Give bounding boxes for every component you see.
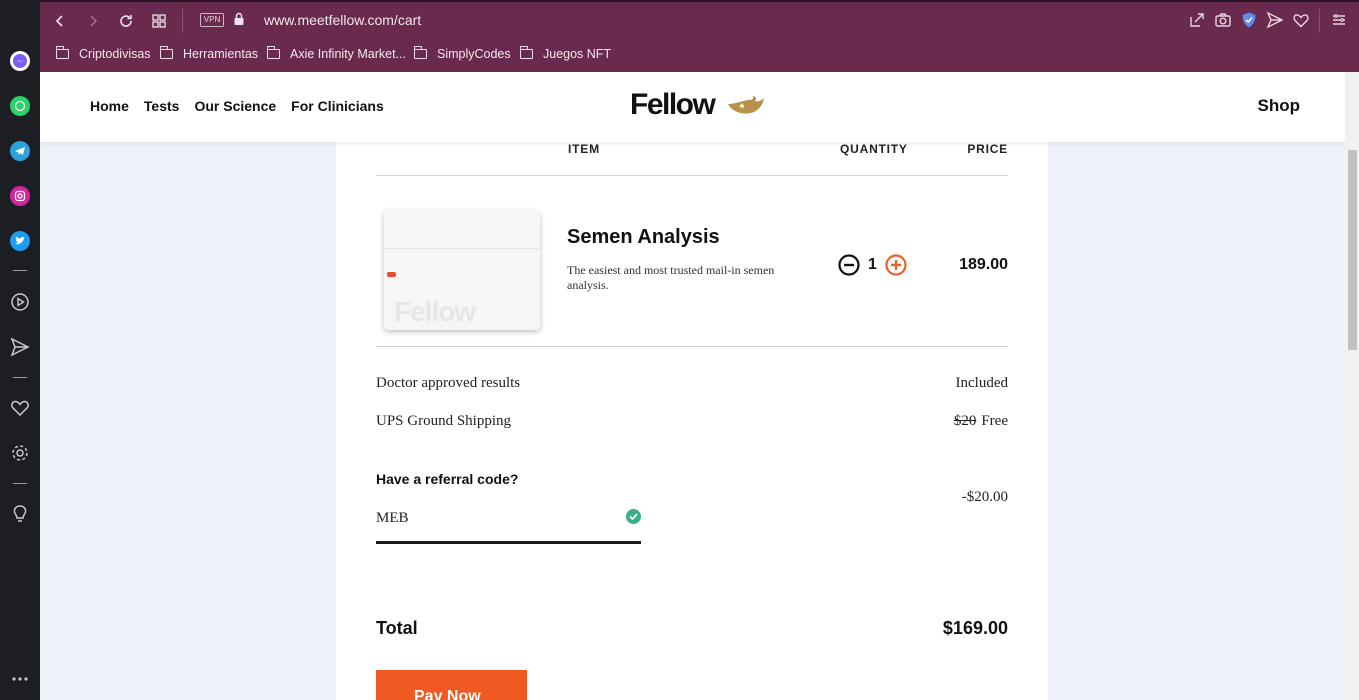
- telegram-icon[interactable]: [10, 141, 30, 161]
- player-icon[interactable]: [9, 291, 31, 313]
- package-tag: [387, 272, 396, 277]
- messenger-icon[interactable]: [10, 51, 30, 71]
- shipping-value: $20 Free: [954, 413, 1008, 430]
- referral-question: Have a referral code?: [376, 471, 519, 487]
- bookmark-folder[interactable]: SimplyCodes: [413, 46, 511, 62]
- heart-icon[interactable]: [9, 397, 31, 419]
- package-band: [384, 248, 540, 249]
- nav-our-science[interactable]: Our Science: [194, 98, 276, 114]
- bookmark-folder[interactable]: Criptodivisas: [55, 46, 151, 62]
- line-item-label: UPS Ground Shipping: [376, 413, 512, 429]
- logo-wordmark: Fellow: [630, 88, 716, 121]
- grid-icon: [152, 14, 166, 28]
- product-price: 189.00: [959, 256, 1008, 273]
- heart-icon[interactable]: [1292, 11, 1310, 29]
- folder-icon: [266, 46, 280, 59]
- referral-code-value: MEB: [376, 510, 409, 526]
- bookmark-label: Herramientas: [183, 47, 259, 61]
- package-watermark: Fellow: [394, 296, 476, 327]
- instagram-icon[interactable]: [10, 186, 30, 206]
- bookmark-label: SimplyCodes: [437, 47, 511, 61]
- whatsapp-icon[interactable]: [10, 96, 30, 116]
- nav-home[interactable]: Home: [90, 98, 129, 114]
- main-nav: Home Tests Our Science For Clinicians: [90, 98, 384, 114]
- referral-code-input[interactable]: MEB: [376, 500, 641, 544]
- decrease-quantity-icon[interactable]: [838, 254, 860, 276]
- total-value: $169.00: [942, 618, 1008, 638]
- lightbulb-icon[interactable]: [9, 503, 31, 525]
- toolbar-divider: [182, 9, 183, 33]
- bookmark-label: Juegos NFT: [543, 47, 612, 61]
- referral-discount: -$20.00: [961, 489, 1008, 505]
- column-header-quantity: QUANTITY: [840, 142, 908, 156]
- nav-for-clinicians[interactable]: For Clinicians: [291, 98, 384, 114]
- folder-icon: [159, 46, 173, 59]
- send-icon[interactable]: [9, 336, 31, 358]
- address-bar[interactable]: www.meetfellow.com/cart: [264, 12, 421, 28]
- shield-icon[interactable]: [1240, 11, 1258, 29]
- bookmark-label: Axie Infinity Market...: [290, 47, 407, 61]
- settings-gear-icon[interactable]: [9, 442, 31, 464]
- back-button[interactable]: [49, 10, 71, 32]
- sidebar-divider: [13, 270, 27, 271]
- line-item-value: Included: [955, 375, 1008, 391]
- more-dots-icon[interactable]: [9, 668, 31, 690]
- back-arrow-icon: [55, 15, 63, 27]
- product-image: Fellow: [384, 210, 540, 330]
- web-page: Home Tests Our Science For Clinicians Fe…: [40, 72, 1345, 700]
- folder-icon: [55, 46, 69, 59]
- window-top-edge: [40, 0, 1359, 2]
- quantity-value: 1: [868, 256, 877, 273]
- column-header-item: ITEM: [568, 142, 600, 156]
- sidebar-divider: [13, 377, 27, 378]
- pay-now-button[interactable]: Pay Now: [376, 670, 527, 700]
- toolbar-divider: [1319, 9, 1320, 33]
- fellow-logo[interactable]: Fellow: [630, 88, 764, 122]
- bookmark-folder[interactable]: Juegos NFT: [519, 46, 612, 62]
- product-description: The easiest and most trusted mail-in sem…: [567, 263, 775, 292]
- total-label: Total: [376, 618, 418, 638]
- whale-logo-icon: [728, 96, 764, 114]
- divider: [376, 346, 1008, 347]
- folder-icon: [519, 46, 533, 59]
- shipping-free-label: Free: [981, 413, 1008, 429]
- camera-icon[interactable]: [1214, 11, 1232, 29]
- easy-setup-menu-icon[interactable]: [1330, 11, 1348, 29]
- forward-button[interactable]: [82, 10, 104, 32]
- line-item-label: Doctor approved results: [376, 375, 521, 391]
- shop-link[interactable]: Shop: [1258, 96, 1301, 116]
- quantity-stepper: 1: [838, 254, 907, 276]
- bookmark-folder[interactable]: Axie Infinity Market...: [266, 46, 407, 62]
- browser-toolbar: VPN www.meetfellow.com/cart Criptodivisa…: [40, 0, 1359, 72]
- folder-icon: [413, 46, 427, 59]
- forward-arrow-icon: [90, 15, 98, 27]
- bookmark-folder[interactable]: Herramientas: [159, 46, 259, 62]
- vpn-badge[interactable]: VPN: [200, 13, 224, 27]
- tabs-grid-button[interactable]: [148, 10, 170, 32]
- site-header: Home Tests Our Science For Clinicians Fe…: [40, 72, 1345, 142]
- product-name: Semen Analysis: [567, 226, 720, 248]
- bookmark-label: Criptodivisas: [79, 47, 151, 61]
- twitter-icon[interactable]: [10, 231, 30, 251]
- scrollbar-thumb[interactable]: [1348, 150, 1357, 350]
- divider: [376, 175, 1008, 176]
- sidebar-divider: [13, 483, 27, 484]
- increase-quantity-icon[interactable]: [885, 254, 907, 276]
- browser-sidebar: [0, 0, 40, 700]
- original-shipping-price: $20: [953, 413, 977, 429]
- column-header-price: PRICE: [967, 142, 1008, 156]
- check-icon: [626, 509, 641, 524]
- page-scrollbar[interactable]: [1345, 72, 1359, 700]
- send-icon[interactable]: [1266, 11, 1284, 29]
- cart-panel: ITEM QUANTITY PRICE Fellow Semen Analysi…: [336, 72, 1048, 700]
- share-icon[interactable]: [1188, 11, 1206, 29]
- nav-tests[interactable]: Tests: [144, 98, 180, 114]
- reload-button[interactable]: [115, 10, 137, 32]
- reload-icon: [120, 15, 132, 27]
- lock-icon[interactable]: [233, 12, 245, 26]
